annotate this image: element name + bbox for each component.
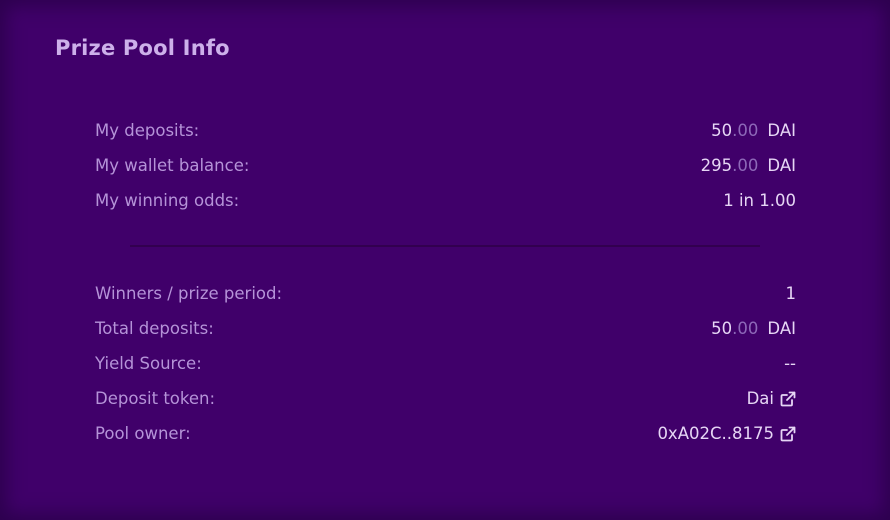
deposit-token-link[interactable]: Dai <box>747 389 796 408</box>
pool-owner-value: 0xA02C..8175 <box>657 424 774 443</box>
wallet-balance-label: My wallet balance: <box>95 156 250 175</box>
winners-value: 1 <box>785 284 797 303</box>
external-link-icon[interactable] <box>780 391 796 407</box>
total-deposits-row: Total deposits: 50.00 DAI <box>95 311 796 346</box>
my-deposits-label: My deposits: <box>95 121 200 140</box>
total-deposits-decimal: .00 <box>732 319 759 338</box>
yield-source-label: Yield Source: <box>95 354 202 373</box>
card-title: Prize Pool Info <box>55 36 230 60</box>
winning-odds-row: My winning odds: 1 in 1.00 <box>95 183 796 218</box>
wallet-balance-decimal: .00 <box>732 156 759 175</box>
user-stats-section: My deposits: 50.00 DAI My wallet balance:… <box>95 113 796 218</box>
total-deposits-value: 50.00 DAI <box>711 319 796 338</box>
yield-source-row: Yield Source: -- <box>95 346 796 381</box>
yield-source-value: -- <box>784 354 796 373</box>
my-deposits-row: My deposits: 50.00 DAI <box>95 113 796 148</box>
prize-pool-info-card: Prize Pool Info My deposits: 50.00 DAI My… <box>0 0 890 520</box>
external-link-icon[interactable] <box>780 426 796 442</box>
my-deposits-unit: DAI <box>767 121 796 140</box>
wallet-balance-whole: 295 <box>700 156 733 175</box>
total-deposits-label: Total deposits: <box>95 319 214 338</box>
winning-odds-value: 1 in 1.00 <box>723 191 796 210</box>
wallet-balance-unit: DAI <box>767 156 796 175</box>
total-deposits-unit: DAI <box>767 319 796 338</box>
wallet-balance-value: 295.00 DAI <box>701 156 796 175</box>
total-deposits-whole: 50 <box>711 319 733 338</box>
my-deposits-decimal: .00 <box>732 121 759 140</box>
winning-odds-label: My winning odds: <box>95 191 240 210</box>
my-deposits-value: 50.00 DAI <box>711 121 796 140</box>
pool-owner-link[interactable]: 0xA02C..8175 <box>657 424 796 443</box>
pool-owner-row: Pool owner: 0xA02C..8175 <box>95 416 796 451</box>
my-deposits-whole: 50 <box>711 121 733 140</box>
pool-owner-label: Pool owner: <box>95 424 191 443</box>
section-divider <box>130 245 760 247</box>
winners-label: Winners / prize period: <box>95 284 283 303</box>
deposit-token-label: Deposit token: <box>95 389 216 408</box>
winners-row: Winners / prize period: 1 <box>95 276 796 311</box>
deposit-token-row: Deposit token: Dai <box>95 381 796 416</box>
deposit-token-value: Dai <box>746 389 774 408</box>
pool-stats-section: Winners / prize period: 1 Total deposits… <box>95 276 796 451</box>
wallet-balance-row: My wallet balance: 295.00 DAI <box>95 148 796 183</box>
